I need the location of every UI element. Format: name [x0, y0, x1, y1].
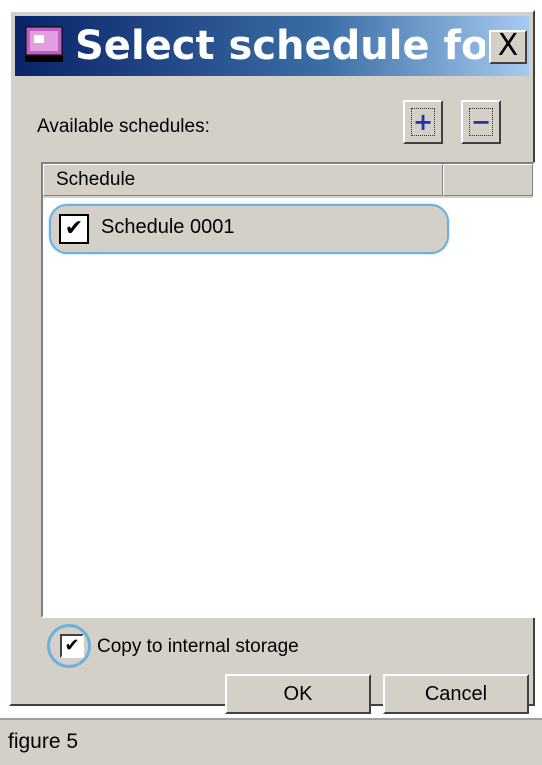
- checkbox-checked-icon[interactable]: ✔: [59, 214, 89, 244]
- schedule-list[interactable]: Schedule ✔ Schedule 0001: [41, 162, 535, 618]
- title-bar[interactable]: Select schedule for ... X: [15, 16, 529, 76]
- remove-schedule-button[interactable]: −: [461, 100, 501, 144]
- schedule-item-label: Schedule 0001: [101, 216, 235, 238]
- figure-caption: figure 5: [8, 730, 79, 753]
- ok-button[interactable]: OK: [225, 674, 371, 714]
- list-item[interactable]: ✔ Schedule 0001: [49, 204, 449, 254]
- column-header-schedule[interactable]: Schedule: [43, 164, 443, 196]
- figure-frame: Select schedule for ... X Available sche…: [0, 0, 542, 714]
- cancel-button[interactable]: Cancel: [383, 674, 529, 714]
- dialog-title: Select schedule for ...: [75, 23, 485, 69]
- add-icon: +: [411, 108, 435, 136]
- copy-to-storage-label[interactable]: Copy to internal storage: [97, 636, 299, 658]
- list-header: Schedule: [43, 164, 533, 198]
- select-schedule-dialog: Select schedule for ... X Available sche…: [9, 10, 535, 714]
- available-schedules-label: Available schedules:: [37, 116, 210, 137]
- figure-caption-bar: figure 5: [0, 718, 542, 765]
- app-icon: [25, 26, 63, 62]
- close-button[interactable]: X: [489, 30, 527, 64]
- add-schedule-button[interactable]: +: [403, 100, 443, 144]
- copy-to-storage-checkbox[interactable]: ✔: [60, 634, 84, 658]
- close-icon: X: [497, 28, 519, 63]
- remove-icon: −: [469, 108, 493, 136]
- column-header-empty[interactable]: [443, 164, 533, 196]
